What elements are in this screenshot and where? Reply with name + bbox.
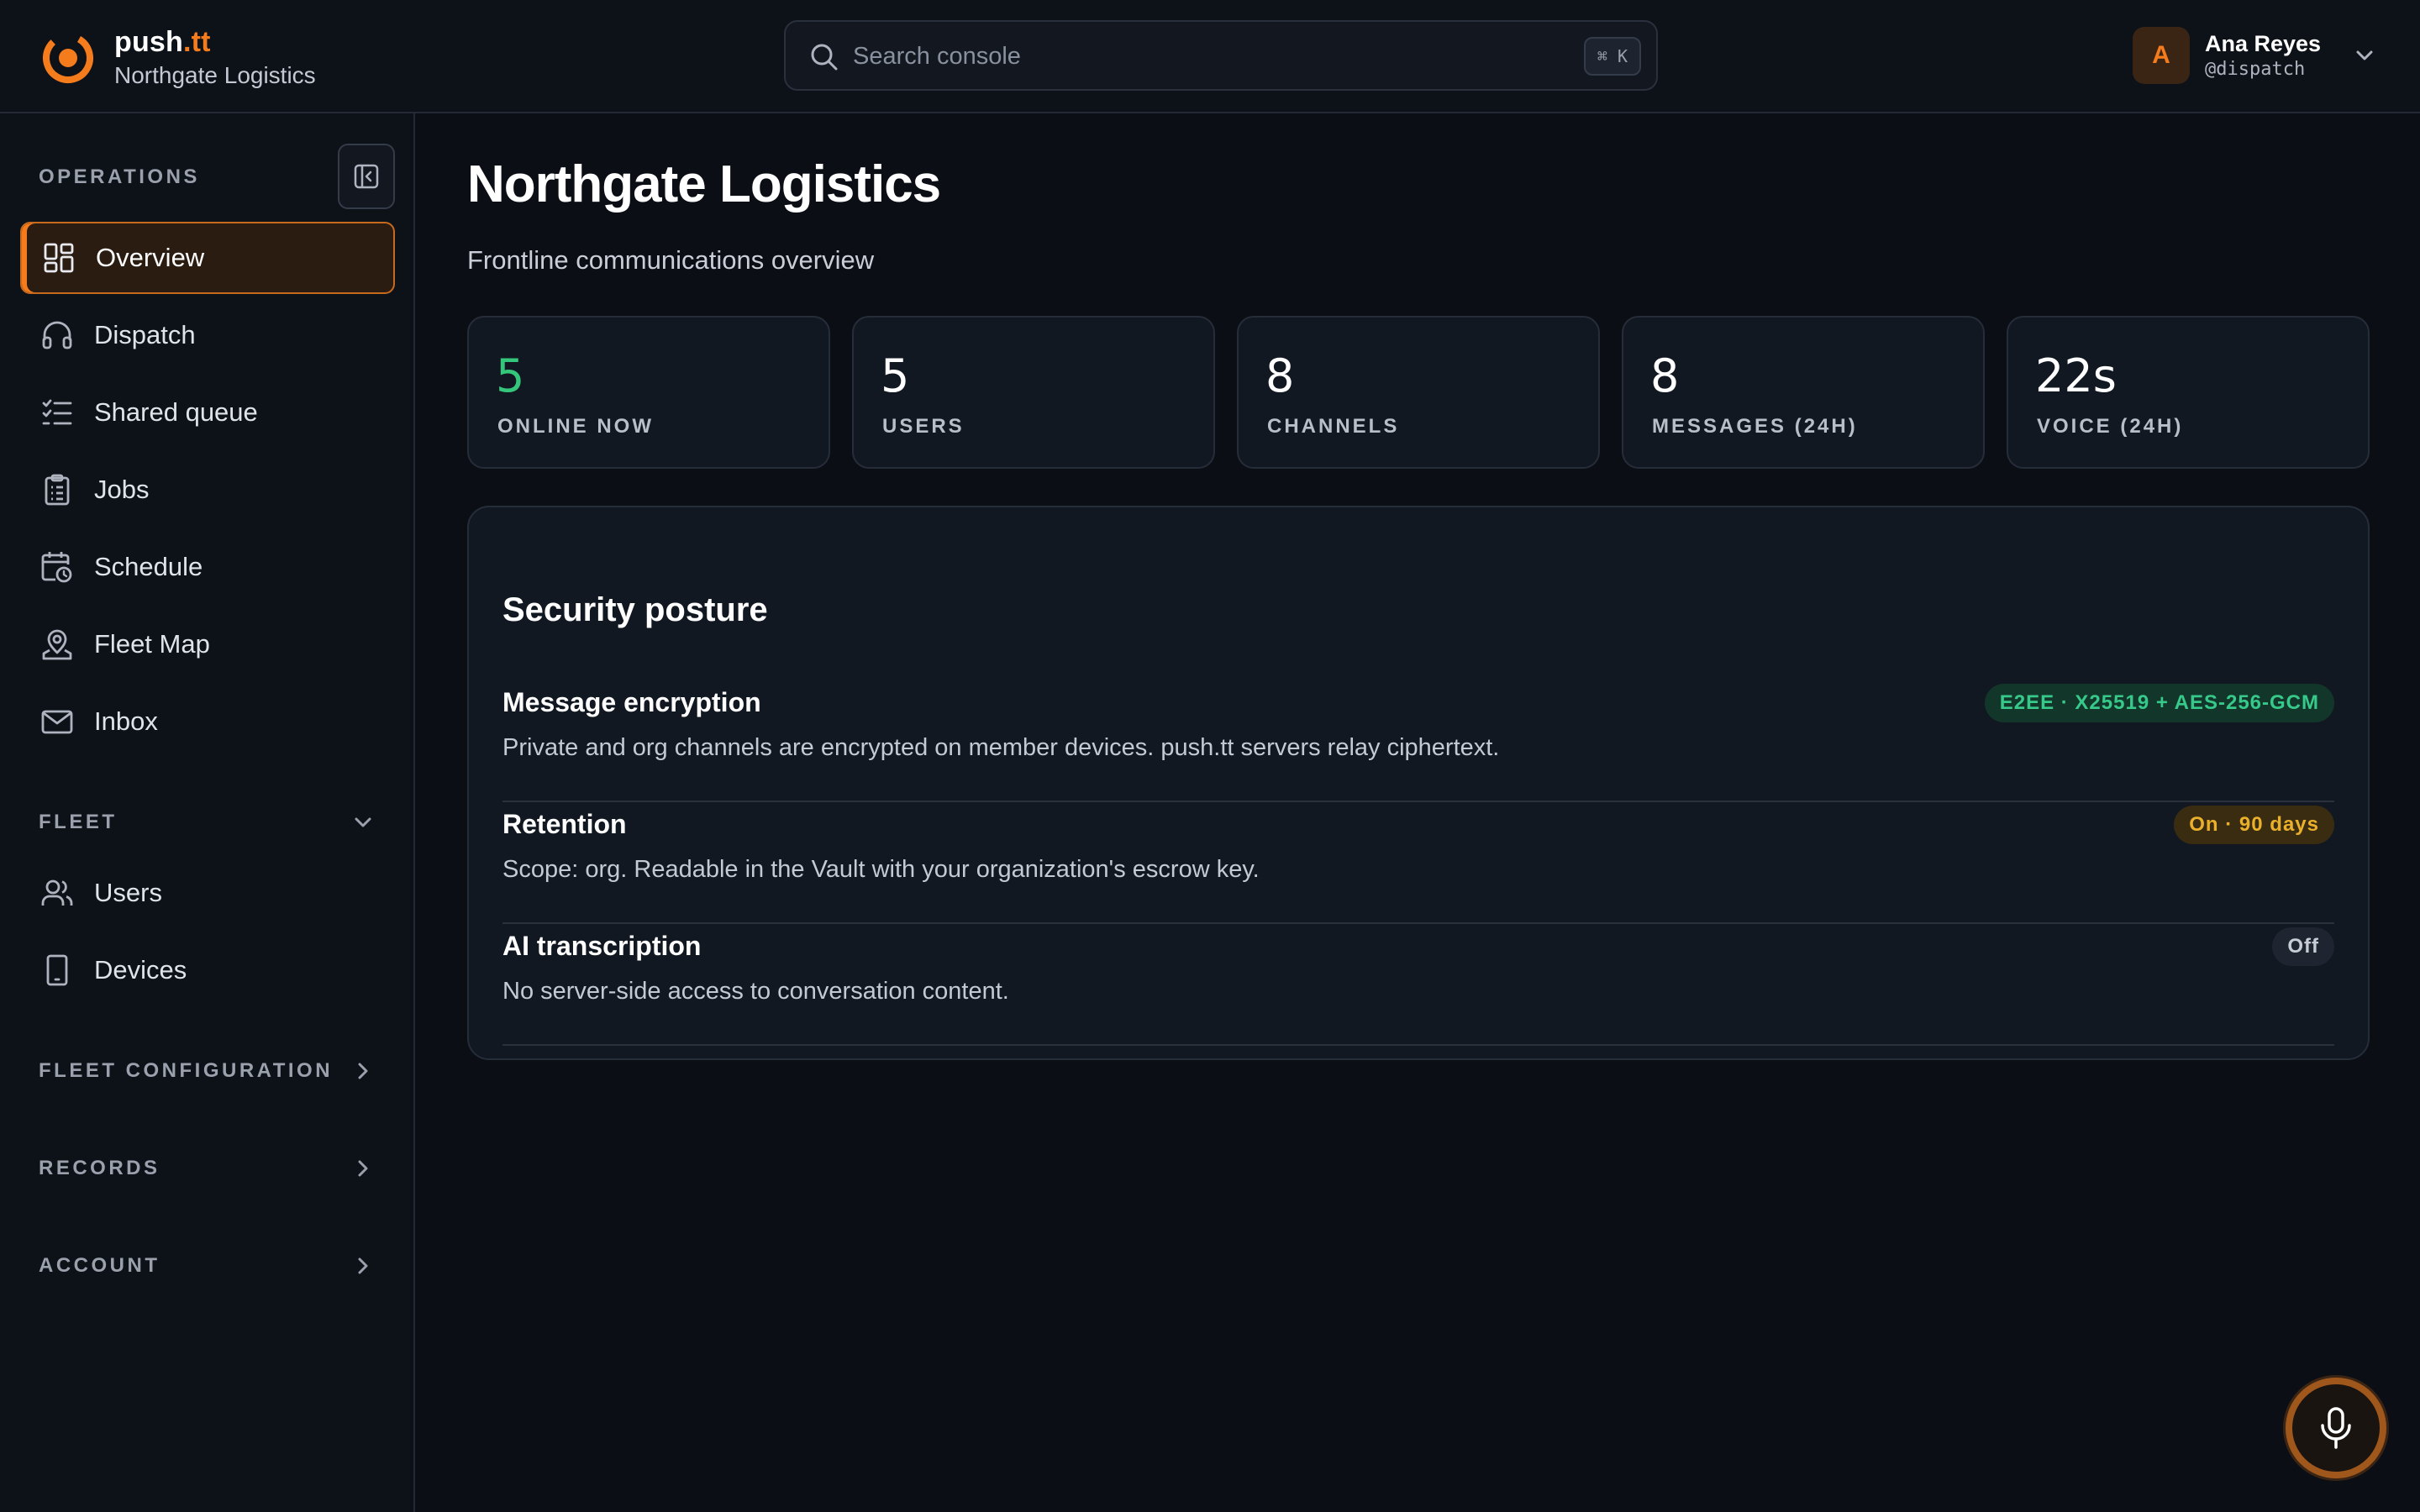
stat-value: 8 <box>1265 349 1295 402</box>
sidebar-item-overview[interactable]: Overview <box>20 222 395 294</box>
stat-card-channels: 8 CHANNELS <box>1237 316 1600 469</box>
stat-value: 5 <box>496 349 525 402</box>
top-bar: push.tt Northgate Logistics ⌘ K A Ana Re… <box>0 0 2420 113</box>
panel-title: Security posture <box>502 591 768 628</box>
stat-value: 22s <box>2035 349 2117 402</box>
sidebar-item-label: Devices <box>94 955 187 984</box>
section-label-operations: OPERATIONS <box>39 165 200 188</box>
sidebar-item-dispatch[interactable]: Dispatch <box>20 299 395 371</box>
sidebar-item-label: Schedule <box>94 552 203 581</box>
row-title: AI transcription <box>502 931 702 961</box>
stat-value: 5 <box>881 349 910 402</box>
shortcut-hint: ⌘ K <box>1583 37 1641 76</box>
stat-card-voice: 22s VOICE (24H) <box>2007 316 2370 469</box>
map-pin-icon <box>42 629 72 660</box>
sidebar-item-shared-queue[interactable]: Shared queue <box>20 376 395 449</box>
row-title: Message encryption <box>502 687 761 717</box>
page-title: Northgate Logistics <box>467 155 941 213</box>
calendar-clock-icon <box>41 552 72 583</box>
sidebar: OPERATIONS Overview Dispatch Shared queu… <box>0 113 415 1512</box>
user-handle: @dispatch <box>2205 59 2306 80</box>
sidebar-item-label: Dispatch <box>94 320 196 349</box>
dashboard-icon <box>44 243 74 273</box>
search-input[interactable] <box>853 34 1542 79</box>
sidebar-item-label: Jobs <box>94 475 150 504</box>
mail-icon <box>41 710 73 734</box>
users-icon <box>41 879 73 906</box>
stat-card-messages: 8 MESSAGES (24H) <box>1622 316 1985 469</box>
section-label-records[interactable]: RECORDS <box>39 1157 160 1180</box>
stat-label: VOICE (24H) <box>2037 415 2184 438</box>
sidebar-item-schedule[interactable]: Schedule <box>20 531 395 603</box>
sidebar-item-inbox[interactable]: Inbox <box>20 685 395 758</box>
stat-card-users: 5 USERS <box>852 316 1215 469</box>
brand-name: push.tt <box>114 26 211 58</box>
status-badge: E2EE · X25519 + AES-256-GCM <box>1984 684 2334 722</box>
section-label-account[interactable]: ACCOUNT <box>39 1254 160 1278</box>
brand-org-name: Northgate Logistics <box>114 62 316 88</box>
row-title: Retention <box>502 809 627 839</box>
stat-label: USERS <box>882 415 965 438</box>
row-description: Scope: org. Readable in the Vault with y… <box>502 856 1260 883</box>
user-menu[interactable]: A Ana Reyes @dispatch <box>2133 27 2376 84</box>
search-box[interactable]: ⌘ K <box>784 20 1658 91</box>
avatar: A <box>2133 27 2190 84</box>
sidebar-item-devices[interactable]: Devices <box>20 934 395 1006</box>
collapse-sidebar-button[interactable] <box>338 144 395 209</box>
sidebar-item-label: Users <box>94 878 162 907</box>
checklist-icon <box>42 399 72 425</box>
sidebar-item-jobs[interactable]: Jobs <box>20 454 395 526</box>
chevron-down-icon[interactable] <box>2353 44 2376 67</box>
stat-label: CHANNELS <box>1267 415 1400 438</box>
stat-card-online-now: 5 ONLINE NOW <box>467 316 830 469</box>
sidebar-collapse-icon <box>354 164 379 189</box>
headset-icon <box>42 321 72 349</box>
row-description: No server-side access to conversation co… <box>502 978 1009 1005</box>
section-label-fleet-configuration[interactable]: FLEET CONFIGURATION <box>39 1059 333 1083</box>
chevron-down-icon[interactable] <box>350 809 376 836</box>
chevron-right-icon[interactable] <box>350 1155 376 1182</box>
chevron-right-icon[interactable] <box>350 1058 376 1084</box>
user-name: Ana Reyes <box>2205 31 2322 56</box>
sidebar-item-label: Overview <box>96 243 205 272</box>
sidebar-item-users[interactable]: Users <box>20 857 395 929</box>
security-posture-panel: Security posture Message encryption Priv… <box>467 506 2370 1060</box>
chevron-right-icon[interactable] <box>350 1252 376 1279</box>
section-label-fleet[interactable]: FLEET <box>39 811 118 834</box>
status-badge: On · 90 days <box>2174 806 2334 844</box>
security-row-ai-transcription: AI transcription No server-side access t… <box>502 924 2334 1046</box>
stat-label: MESSAGES (24H) <box>1652 415 1858 438</box>
row-description: Private and org channels are encrypted o… <box>502 734 1500 761</box>
push-to-talk-button[interactable] <box>2286 1378 2386 1478</box>
device-icon <box>46 954 68 986</box>
sidebar-item-label: Fleet Map <box>94 629 210 659</box>
security-row-encryption: Message encryption Private and org chann… <box>502 680 2334 802</box>
security-row-retention: Retention Scope: org. Readable in the Va… <box>502 802 2334 924</box>
search-icon <box>811 44 838 71</box>
sidebar-item-label: Shared queue <box>94 397 258 427</box>
page-subtitle: Frontline communications overview <box>467 245 875 275</box>
sidebar-item-label: Inbox <box>94 706 158 736</box>
push-logo-icon <box>43 33 93 83</box>
brand[interactable]: push.tt Northgate Logistics <box>39 25 316 91</box>
microphone-icon <box>2321 1407 2351 1449</box>
clipboard-icon <box>45 474 70 506</box>
status-badge: Off <box>2272 927 2334 966</box>
stat-label: ONLINE NOW <box>497 415 654 438</box>
stat-value: 8 <box>1650 349 1680 402</box>
sidebar-item-fleet-map[interactable]: Fleet Map <box>20 608 395 680</box>
